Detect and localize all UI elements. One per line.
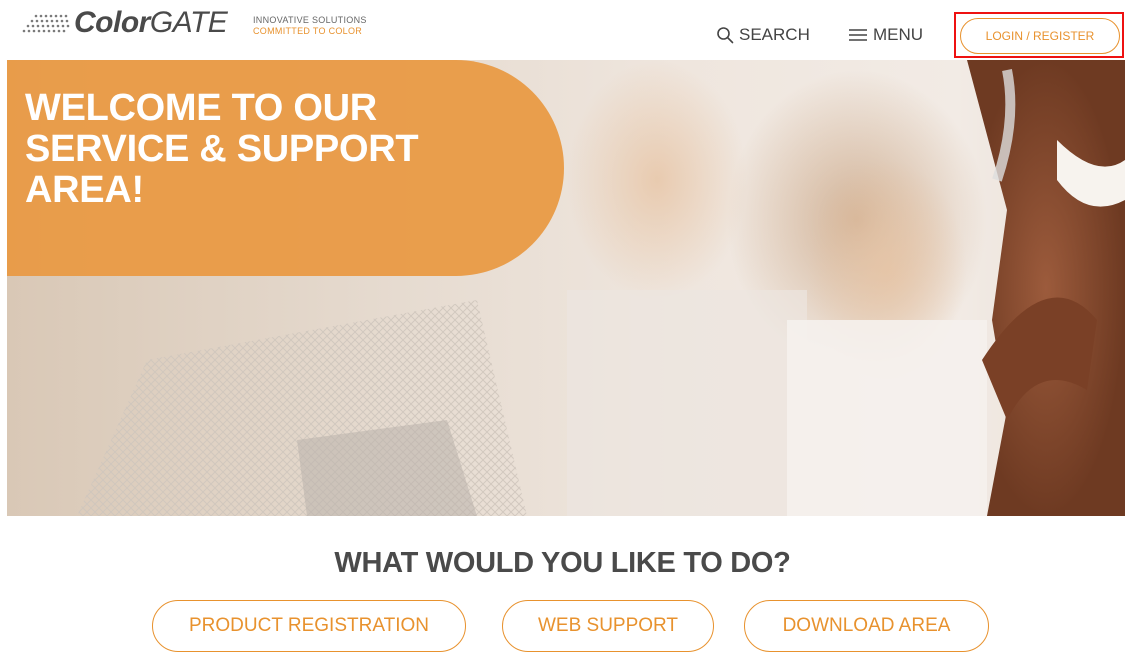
login-register-button[interactable]: LOGIN / REGISTER — [960, 18, 1120, 54]
web-support-button[interactable]: WEB SUPPORT — [502, 600, 714, 652]
tagline: INNOVATIVE SOLUTIONS COMMITTED TO COLOR — [253, 15, 367, 37]
hero-title-line-2: SERVICE & SUPPORT — [25, 128, 419, 170]
colorgate-logo[interactable]: ColorGATE — [22, 6, 228, 39]
section-heading: WHAT WOULD YOU LIKE TO DO? — [334, 547, 791, 579]
menu-label: MENU — [873, 25, 924, 44]
search-icon — [717, 27, 734, 44]
hero-banner: WELCOME TO OUR SERVICE & SUPPORT AREA! — [7, 60, 1125, 516]
site-header: ColorGATE INNOVATIVE SOLUTIONS COMMITTED… — [0, 0, 1125, 58]
hero-title: WELCOME TO OUR SERVICE & SUPPORT AREA! — [25, 88, 545, 211]
logo-word-gate: GATE — [149, 6, 228, 39]
logo-word-color: Color — [74, 6, 150, 39]
product-registration-button[interactable]: PRODUCT REGISTRATION — [152, 600, 466, 652]
menu-icon — [849, 29, 867, 41]
search-label: SEARCH — [739, 25, 810, 44]
menu-button[interactable]: MENU — [848, 25, 923, 45]
hero-title-line-3: AREA! — [25, 169, 144, 211]
search-link[interactable]: SEARCH — [716, 25, 810, 45]
logo-wordmark: ColorGATE — [74, 6, 228, 39]
tagline-line-1: INNOVATIVE SOLUTIONS — [253, 15, 367, 25]
tagline-line-2: COMMITTED TO COLOR — [253, 26, 363, 36]
download-area-button[interactable]: DOWNLOAD AREA — [744, 600, 989, 652]
hero-title-line-1: WELCOME TO OUR — [25, 87, 377, 129]
logo-dots-icon — [22, 14, 70, 33]
